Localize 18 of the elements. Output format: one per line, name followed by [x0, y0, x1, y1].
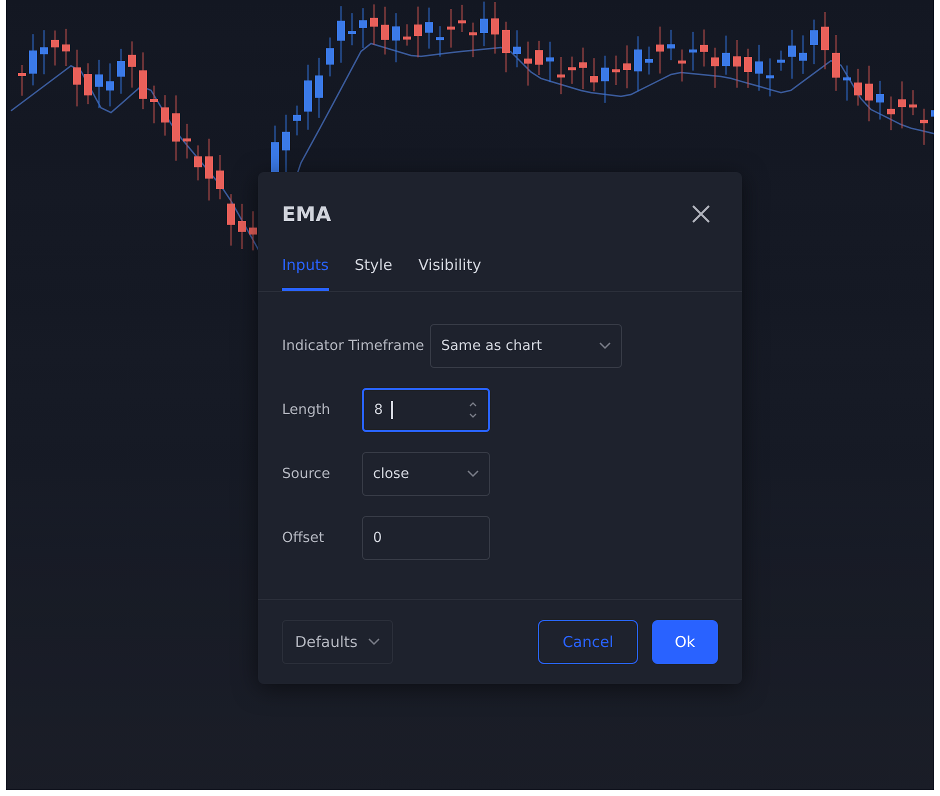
dropdown[interactable]: close: [362, 452, 490, 496]
field-label: Offset: [282, 530, 326, 546]
defaults-dropdown[interactable]: Defaults: [282, 620, 393, 664]
field-label: Length: [282, 402, 332, 418]
tab[interactable]: Visibility: [418, 256, 482, 291]
ok-button[interactable]: Ok: [652, 620, 718, 664]
chevron-down-icon: [368, 638, 380, 646]
input-field[interactable]: 0: [362, 516, 490, 560]
number-input-field[interactable]: 8: [362, 388, 490, 432]
chevron-down-icon: [467, 470, 479, 478]
dialog-title: EMA: [282, 202, 332, 226]
dropdown[interactable]: Same as chart: [430, 324, 622, 368]
chevron-down-icon: [599, 342, 612, 350]
tab[interactable]: Style: [354, 256, 392, 291]
close-icon[interactable]: [690, 203, 712, 225]
field-label: Indicator Timeframe: [282, 338, 424, 354]
stepper-icon[interactable]: [468, 400, 478, 420]
field-label: Source: [282, 466, 332, 482]
